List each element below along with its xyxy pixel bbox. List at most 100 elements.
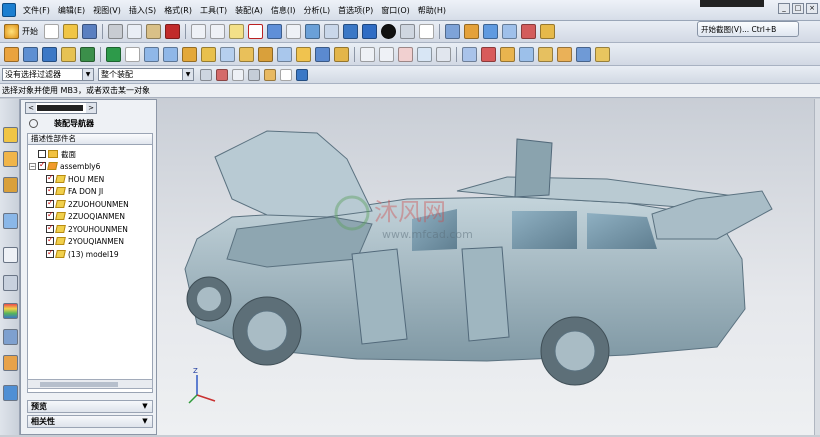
mirror-assembly-icon[interactable] [80,46,95,62]
menu-help[interactable]: 帮助(H) [414,0,450,21]
tree-node-part[interactable]: 2YOUHOUNMEN [46,223,128,235]
redo-icon[interactable] [210,24,225,39]
ruled-surface-icon[interactable] [519,46,534,62]
process-studio-icon[interactable] [3,329,18,345]
bounded-plane-icon[interactable] [538,46,553,62]
sweep-icon[interactable] [500,46,515,62]
visibility-checkbox[interactable] [46,223,54,233]
menu-tools[interactable]: 工具(T) [196,0,231,21]
menu-analysis[interactable]: 分析(L) [299,0,334,21]
constraint-navigator-icon[interactable] [3,151,18,167]
tree-node-part[interactable]: HOU MEN [46,173,104,185]
select-bodies-icon[interactable] [264,68,276,81]
visibility-checkbox[interactable] [46,173,54,183]
part-navigator-icon[interactable] [3,177,18,193]
history-icon[interactable] [3,247,18,263]
offset-curve-icon[interactable] [436,46,451,62]
restore-button[interactable]: □ [792,3,804,14]
scope-dropdown[interactable]: 整个装配 ▼ [98,68,194,81]
zoom-icon[interactable] [286,24,301,39]
revolve-icon[interactable] [163,46,178,62]
visibility-checkbox[interactable] [46,235,54,245]
menu-information[interactable]: 信息(I) [267,0,300,21]
slot-icon[interactable] [334,46,349,62]
menu-edit[interactable]: 编辑(E) [54,0,89,21]
spline-icon[interactable] [398,46,413,62]
boss-icon[interactable] [277,46,292,62]
menu-preferences[interactable]: 首选项(P) [334,0,377,21]
mesh-surface-icon[interactable] [481,46,496,62]
menu-file[interactable]: 文件(F) [19,0,54,21]
menu-assembly[interactable]: 装配(A) [231,0,267,21]
collapse-icon[interactable]: − [29,162,36,170]
scroll-left-icon[interactable]: < [26,103,36,113]
close-button[interactable]: × [806,3,818,14]
select-edges-icon[interactable] [248,68,260,81]
visibility-checkbox[interactable] [46,198,54,208]
type-filter-dropdown[interactable]: 没有选择过滤器 ▼ [2,68,94,81]
through-curves-icon[interactable] [462,46,477,62]
chevron-down-icon[interactable]: ▼ [140,416,150,427]
pad-icon[interactable] [315,46,330,62]
curve-icon[interactable] [417,46,432,62]
copy-icon[interactable] [127,24,142,39]
sew-icon[interactable] [557,46,572,62]
repeat-command-icon[interactable] [229,24,244,39]
snap-icon[interactable] [502,24,517,39]
add-component-icon[interactable] [23,46,38,62]
lights-icon[interactable] [400,24,415,39]
delete-icon[interactable] [165,24,180,39]
menu-window[interactable]: 窗口(O) [377,0,414,21]
dependencies-section[interactable]: 相关性 ▼ [27,415,153,428]
save-icon[interactable] [82,24,97,39]
zoom-window-icon[interactable] [267,24,282,39]
menu-format[interactable]: 格式(R) [160,0,196,21]
menu-view[interactable]: 视图(V) [89,0,125,21]
cylinder-icon[interactable] [201,46,216,62]
roles-icon[interactable] [3,355,18,371]
tree-horizontal-scrollbar[interactable] [27,379,153,389]
cut-icon[interactable] [108,24,123,39]
rectangle-select-icon[interactable] [280,68,292,81]
orient-view-icon[interactable] [445,24,460,39]
hole-icon[interactable] [258,46,273,62]
pocket-icon[interactable] [296,46,311,62]
sketch-icon[interactable] [125,46,140,62]
undo-icon[interactable] [191,24,206,39]
chevron-down-icon[interactable]: ▼ [140,401,150,412]
tree-node-part[interactable]: 2ZUOHOUNMEN [46,198,129,210]
block-icon[interactable] [182,46,197,62]
system-materials-icon[interactable] [3,275,18,291]
rotate-view-icon[interactable] [305,24,320,39]
select-faces-icon[interactable] [232,68,244,81]
snap-point-icon[interactable] [216,68,228,81]
render-style-icon[interactable] [381,24,396,39]
line-icon[interactable] [360,46,375,62]
arc-icon[interactable] [379,46,394,62]
reference-set-icon[interactable] [106,46,121,62]
tree-node-section[interactable]: 截面 [38,148,76,160]
assembly-navigator-icon[interactable] [3,127,18,143]
shaded-view-icon[interactable] [362,24,377,39]
select-components-icon[interactable] [296,68,308,81]
start-button[interactable]: 开始 [2,24,42,39]
tree-node-part[interactable]: FA DON JI [46,185,103,197]
pan-icon[interactable] [324,24,339,39]
new-file-icon[interactable] [44,24,59,39]
background-icon[interactable] [419,24,434,39]
visibility-checkbox[interactable] [46,185,54,195]
visibility-checkbox[interactable] [38,150,46,158]
pin-icon[interactable] [29,118,38,128]
layer-icon[interactable] [464,24,479,39]
cone-icon[interactable] [220,46,235,62]
sphere-icon[interactable] [239,46,254,62]
trim-sheet-icon[interactable] [576,46,591,62]
visibility-checkbox[interactable] [38,160,46,170]
minimize-button[interactable]: _ [778,3,790,14]
scroll-thumb[interactable] [37,105,83,111]
palette-icon[interactable] [3,303,18,319]
menu-insert[interactable]: 插入(S) [125,0,160,21]
visibility-checkbox[interactable] [46,248,54,258]
extension-icon[interactable] [595,46,610,62]
scroll-right-icon[interactable]: > [86,103,96,113]
